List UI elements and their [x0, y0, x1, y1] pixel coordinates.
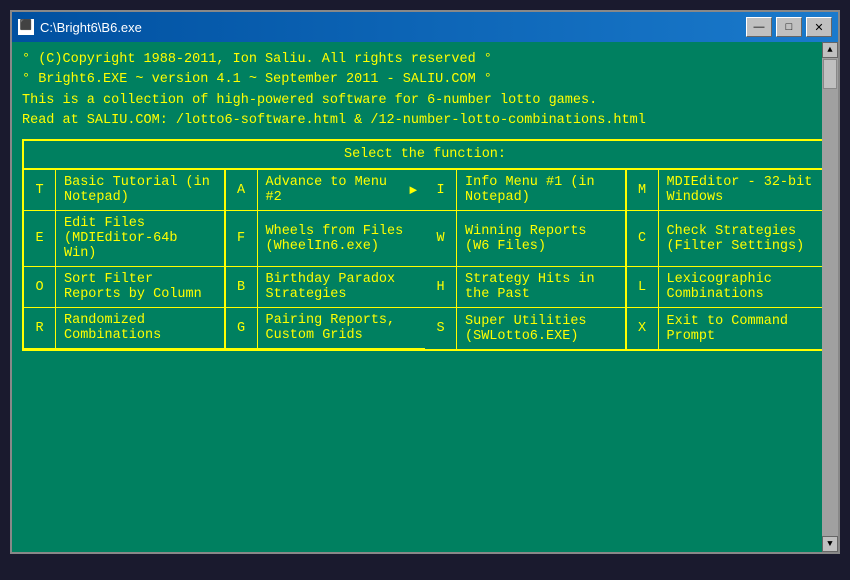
- label-S[interactable]: Super Utilities (SWLotto6.EXE): [457, 308, 625, 349]
- menu-left-1: T Basic Tutorial (in Notepad): [24, 170, 226, 210]
- label-H[interactable]: Strategy Hits in the Past: [457, 267, 625, 307]
- key-G[interactable]: G: [226, 308, 258, 348]
- label-R[interactable]: Randomized Combinations: [56, 308, 224, 348]
- menu-row-7: R Randomized Combinations G Pairing Repo…: [24, 308, 425, 349]
- menu-left-8: S Super Utilities (SWLotto6.EXE): [425, 308, 627, 349]
- label-O[interactable]: Sort Filter Reports by Column: [56, 267, 224, 307]
- label-I[interactable]: Info Menu #1 (in Notepad): [457, 170, 625, 210]
- menu-right-7: G Pairing Reports, Custom Grids: [226, 308, 426, 348]
- key-E[interactable]: E: [24, 211, 56, 266]
- title-bar: ⬛ C:\Bright6\B6.exe — □ ✕: [12, 12, 838, 42]
- header-line-3: This is a collection of high-powered sof…: [22, 91, 828, 111]
- menu-title: Select the function:: [24, 141, 826, 170]
- key-M[interactable]: M: [627, 170, 659, 210]
- key-F[interactable]: F: [226, 211, 258, 266]
- menu-left-2: I Info Menu #1 (in Notepad): [425, 170, 627, 210]
- label-L[interactable]: Lexicographic Combinations: [659, 267, 827, 307]
- menu-right-3: F Wheels from Files (WheelIn6.exe): [226, 211, 426, 266]
- label-E[interactable]: Edit Files (MDIEditor-64b Win): [56, 211, 224, 266]
- menu-row-8: S Super Utilities (SWLotto6.EXE) X Exit …: [425, 308, 826, 349]
- minimize-button[interactable]: —: [746, 17, 772, 37]
- menu-right-8: X Exit to Command Prompt: [627, 308, 827, 349]
- key-C[interactable]: C: [627, 211, 659, 266]
- header-line-4: Read at SALIU.COM: /lotto6-software.html…: [22, 111, 828, 131]
- menu-left-7: R Randomized Combinations: [24, 308, 226, 348]
- label-M[interactable]: MDIEditor - 32-bit Windows: [659, 170, 827, 210]
- scroll-down-button[interactable]: ▼: [822, 536, 838, 552]
- key-W[interactable]: W: [425, 211, 457, 266]
- header-section: ° (C)Copyright 1988-2011, Ion Saliu. All…: [22, 50, 828, 131]
- menu-grid: T Basic Tutorial (in Notepad) A Advance …: [24, 170, 826, 349]
- header-line-1: ° (C)Copyright 1988-2011, Ion Saliu. All…: [22, 50, 828, 70]
- arrow-right-icon: ►: [409, 183, 417, 198]
- menu-right-4: C Check Strategies (Filter Settings): [627, 211, 827, 266]
- menu-left-4: W Winning Reports (W6 Files): [425, 211, 627, 266]
- window-controls: — □ ✕: [746, 17, 832, 37]
- label-B[interactable]: Birthday Paradox Strategies: [258, 267, 426, 307]
- key-O[interactable]: O: [24, 267, 56, 307]
- key-I[interactable]: I: [425, 170, 457, 210]
- key-X[interactable]: X: [627, 308, 659, 349]
- menu-right-6: L Lexicographic Combinations: [627, 267, 827, 307]
- key-T[interactable]: T: [24, 170, 56, 210]
- menu-row-5: O Sort Filter Reports by Column B Birthd…: [24, 267, 425, 308]
- key-B[interactable]: B: [226, 267, 258, 307]
- key-R[interactable]: R: [24, 308, 56, 348]
- menu-row-3: E Edit Files (MDIEditor-64b Win) F Wheel…: [24, 211, 425, 267]
- header-line-2: ° Bright6.EXE ~ version 4.1 ~ September …: [22, 70, 828, 90]
- menu-row-2: I Info Menu #1 (in Notepad) M MDIEditor …: [425, 170, 826, 211]
- key-L[interactable]: L: [627, 267, 659, 307]
- scroll-up-button[interactable]: ▲: [822, 42, 838, 58]
- menu-left-5: O Sort Filter Reports by Column: [24, 267, 226, 307]
- maximize-button[interactable]: □: [776, 17, 802, 37]
- label-G[interactable]: Pairing Reports, Custom Grids: [258, 308, 426, 348]
- menu-box: Select the function: T Basic Tutorial (i…: [22, 139, 828, 351]
- menu-right-1: A Advance to Menu #2 ►: [226, 170, 426, 210]
- label-A[interactable]: Advance to Menu #2 ►: [258, 170, 426, 210]
- label-C[interactable]: Check Strategies (Filter Settings): [659, 211, 827, 266]
- scroll-track[interactable]: [822, 58, 838, 536]
- menu-right-2: M MDIEditor - 32-bit Windows: [627, 170, 827, 210]
- app-icon: ⬛: [18, 19, 34, 35]
- menu-left-3: E Edit Files (MDIEditor-64b Win): [24, 211, 226, 266]
- menu-row-1: T Basic Tutorial (in Notepad) A Advance …: [24, 170, 425, 211]
- menu-row-4: W Winning Reports (W6 Files) C Check Str…: [425, 211, 826, 267]
- key-A[interactable]: A: [226, 170, 258, 210]
- key-H[interactable]: H: [425, 267, 457, 307]
- menu-row-6: H Strategy Hits in the Past L Lexicograp…: [425, 267, 826, 308]
- scroll-thumb[interactable]: [823, 59, 837, 89]
- scrollbar[interactable]: ▲ ▼: [822, 42, 838, 552]
- menu-right-5: B Birthday Paradox Strategies: [226, 267, 426, 307]
- label-T[interactable]: Basic Tutorial (in Notepad): [56, 170, 224, 210]
- key-S[interactable]: S: [425, 308, 457, 349]
- main-window: ⬛ C:\Bright6\B6.exe — □ ✕ ° (C)Copyright…: [10, 10, 840, 554]
- label-X[interactable]: Exit to Command Prompt: [659, 308, 827, 349]
- terminal-content: ° (C)Copyright 1988-2011, Ion Saliu. All…: [12, 42, 838, 552]
- title-bar-left: ⬛ C:\Bright6\B6.exe: [18, 19, 142, 35]
- window-title: C:\Bright6\B6.exe: [40, 20, 142, 35]
- label-F[interactable]: Wheels from Files (WheelIn6.exe): [258, 211, 426, 266]
- close-button[interactable]: ✕: [806, 17, 832, 37]
- menu-left-6: H Strategy Hits in the Past: [425, 267, 627, 307]
- label-W[interactable]: Winning Reports (W6 Files): [457, 211, 625, 266]
